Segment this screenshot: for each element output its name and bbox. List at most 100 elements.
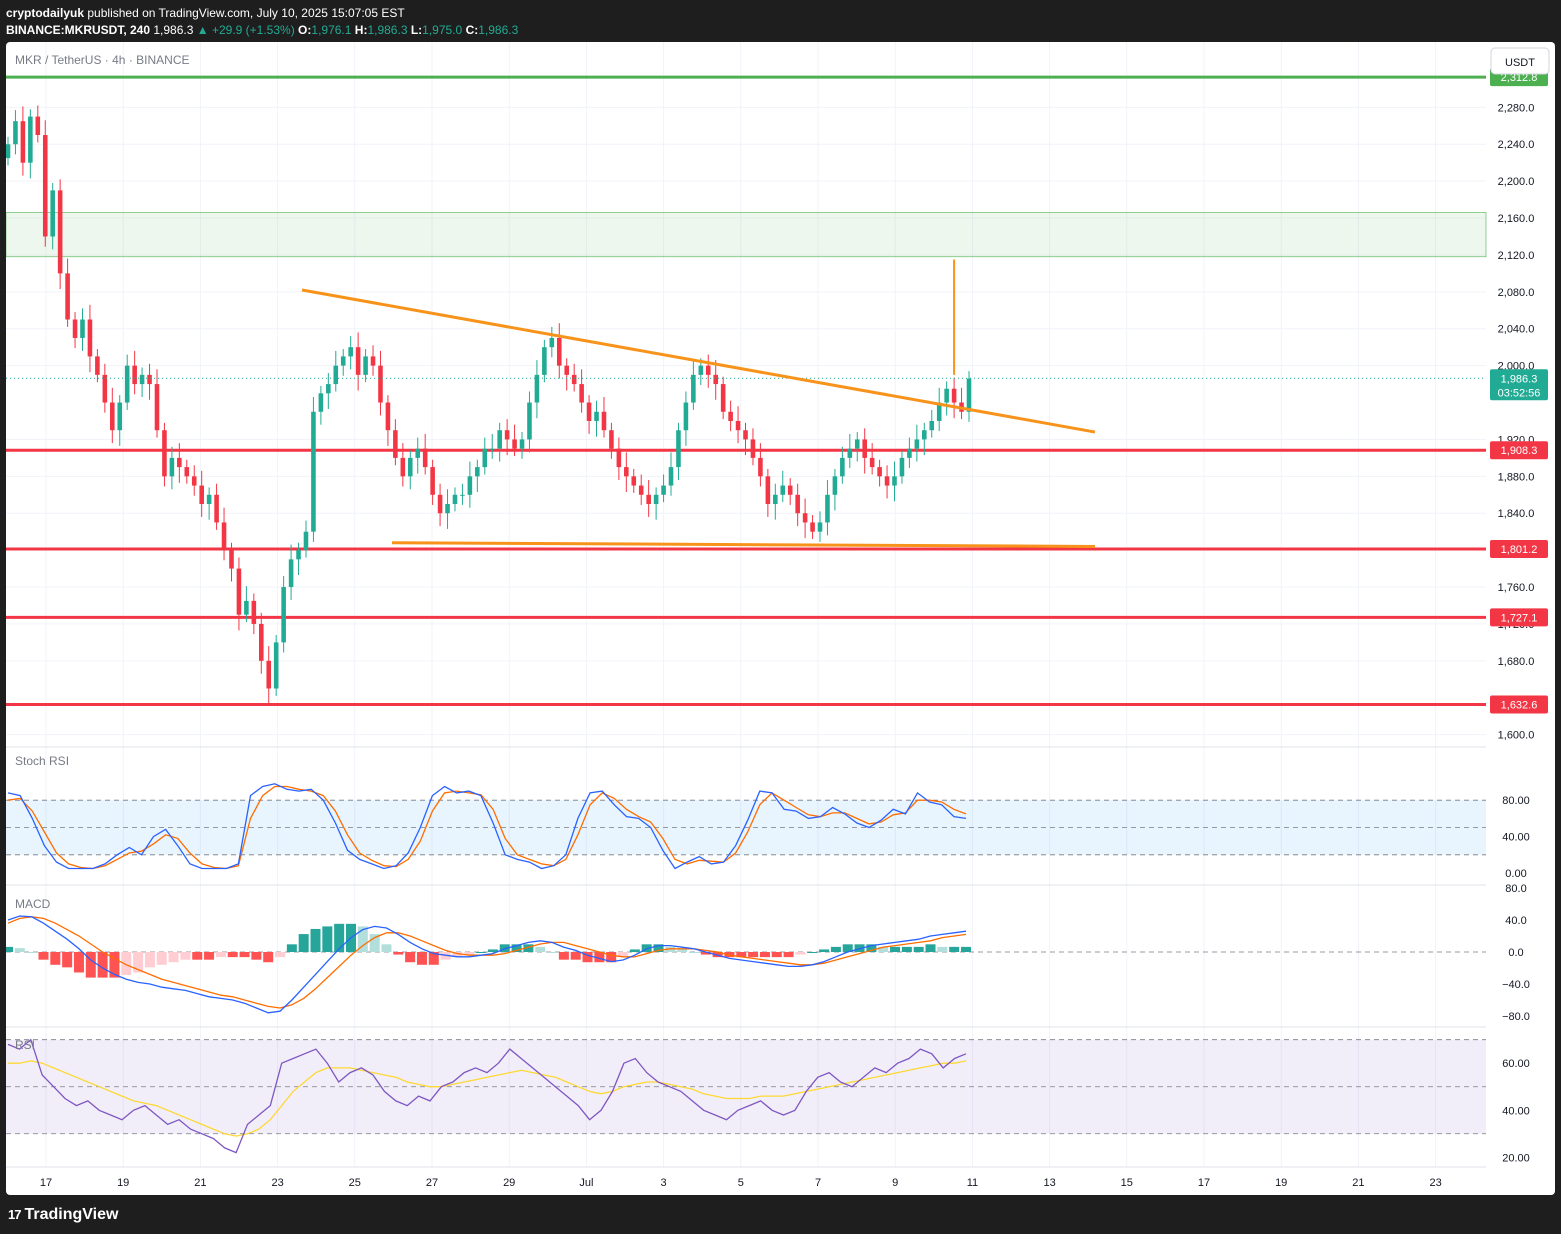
last-price: 1,986.3 (153, 23, 194, 37)
candle (586, 402, 592, 421)
candle (422, 448, 428, 468)
macd-histogram-bar (476, 952, 487, 953)
time-tick-label: 23 (1429, 1177, 1441, 1189)
macd-tick-label: 40.0 (1505, 915, 1526, 927)
candle (951, 388, 957, 403)
chart-header: cryptodailyuk published on TradingView.c… (0, 0, 1561, 42)
candle (884, 476, 890, 486)
candle (266, 660, 272, 689)
candle (102, 374, 108, 403)
macd-histogram-bar (239, 952, 250, 958)
candle (296, 550, 301, 560)
price-tick-label: 2,040.0 (1498, 324, 1535, 336)
candle (206, 494, 212, 505)
rsi-tick-label: 60.00 (1502, 1058, 1530, 1070)
price-tick-label: 1,760.0 (1498, 582, 1535, 594)
candle (661, 485, 666, 495)
support-trendline (391, 541, 1096, 548)
candle (244, 600, 249, 615)
close-value: 1,986.3 (478, 23, 519, 37)
candle (713, 374, 719, 385)
rsi-tick-label: 20.00 (1502, 1152, 1530, 1164)
candle (430, 467, 435, 495)
candle (139, 374, 145, 385)
candle (504, 430, 510, 440)
macd-histogram-bar (180, 952, 191, 960)
currency-button[interactable]: USDT (1490, 47, 1550, 75)
candle (162, 430, 167, 477)
candle (750, 439, 756, 458)
candle (281, 587, 286, 643)
price-tick-label: 2,200.0 (1498, 176, 1535, 188)
candle (20, 121, 26, 163)
candle (13, 121, 18, 145)
candle (110, 402, 115, 431)
candle (378, 365, 383, 403)
time-tick-label: Jul (579, 1177, 593, 1189)
tradingview-logo[interactable]: 17 TradingView (8, 1206, 118, 1224)
candle (177, 457, 182, 468)
candle (527, 402, 532, 440)
candle (42, 135, 48, 237)
candle (899, 457, 905, 477)
candle (311, 411, 316, 532)
price-tick-label: 1,680.0 (1498, 656, 1535, 668)
candle (616, 448, 622, 468)
chart-canvas[interactable]: 1,600.01,680.01,720.01,760.01,840.01,880… (6, 42, 1555, 1195)
macd-histogram-bar (298, 934, 309, 952)
open-value: 1,976.1 (311, 23, 352, 37)
candle (348, 347, 353, 357)
symbol-label: BINANCE:MKRUSDT, 240 (6, 23, 151, 37)
time-tick-label: 29 (503, 1177, 515, 1189)
candle (57, 190, 63, 274)
candle (400, 457, 406, 477)
candle (87, 319, 93, 357)
candle (594, 411, 599, 421)
candle (549, 337, 555, 348)
open-label: O: (298, 23, 312, 37)
macd-histogram-bar (819, 949, 830, 952)
candle (407, 457, 413, 477)
candle (922, 430, 927, 440)
macd-histogram-bar (204, 952, 215, 960)
candle (847, 448, 853, 458)
ohlc-line: BINANCE:MKRUSDT, 240 1,986.3 ▲ +29.9 (+1… (6, 23, 518, 37)
candle (35, 116, 41, 136)
stoch-tick-label: 0.00 (1505, 868, 1526, 880)
macd-histogram-bar (156, 952, 167, 965)
candle (229, 550, 234, 569)
current-price-label: 1,986.3 (1501, 373, 1538, 385)
candle (631, 476, 637, 486)
stoch-rsi-pane (6, 746, 1486, 870)
candle (132, 365, 137, 385)
candle (534, 374, 540, 403)
candle (802, 513, 808, 523)
macd-histogram-bar (830, 946, 841, 952)
candle (497, 430, 502, 449)
chart-area[interactable]: 1,600.01,680.01,720.01,760.01,840.01,880… (6, 42, 1555, 1195)
time-tick-label: 9 (892, 1177, 898, 1189)
time-axis[interactable]: 17 19 21 23 25 27 29 Jul 3 5 7 9 11 13 15 17 19 21 23 (6, 1166, 1486, 1189)
candle (825, 494, 830, 523)
candle (72, 319, 78, 338)
macd-histogram-bar (50, 952, 61, 965)
close-label: C: (465, 23, 479, 37)
candle (758, 457, 763, 477)
candle (95, 356, 100, 375)
candle (50, 190, 55, 237)
price-axis[interactable]: 1,600.01,680.01,720.01,760.01,840.01,880… (1498, 102, 1535, 1164)
tradingview-logo-text: TradingView (24, 1206, 119, 1223)
macd-histogram-bar (38, 952, 49, 960)
author-name[interactable]: cryptodailyuk (6, 6, 84, 20)
macd-histogram-bar (192, 952, 203, 960)
candle (728, 411, 733, 421)
candle (191, 476, 197, 486)
candle (370, 356, 376, 366)
price-tick-label: 2,240.0 (1498, 139, 1535, 151)
candle (601, 411, 607, 431)
macd-histogram-bar (890, 946, 901, 952)
descending-trendline (301, 288, 1096, 434)
horizontal-levels[interactable] (6, 75, 1486, 707)
macd-histogram-bar (6, 946, 13, 952)
macd-histogram-bar (393, 952, 404, 955)
